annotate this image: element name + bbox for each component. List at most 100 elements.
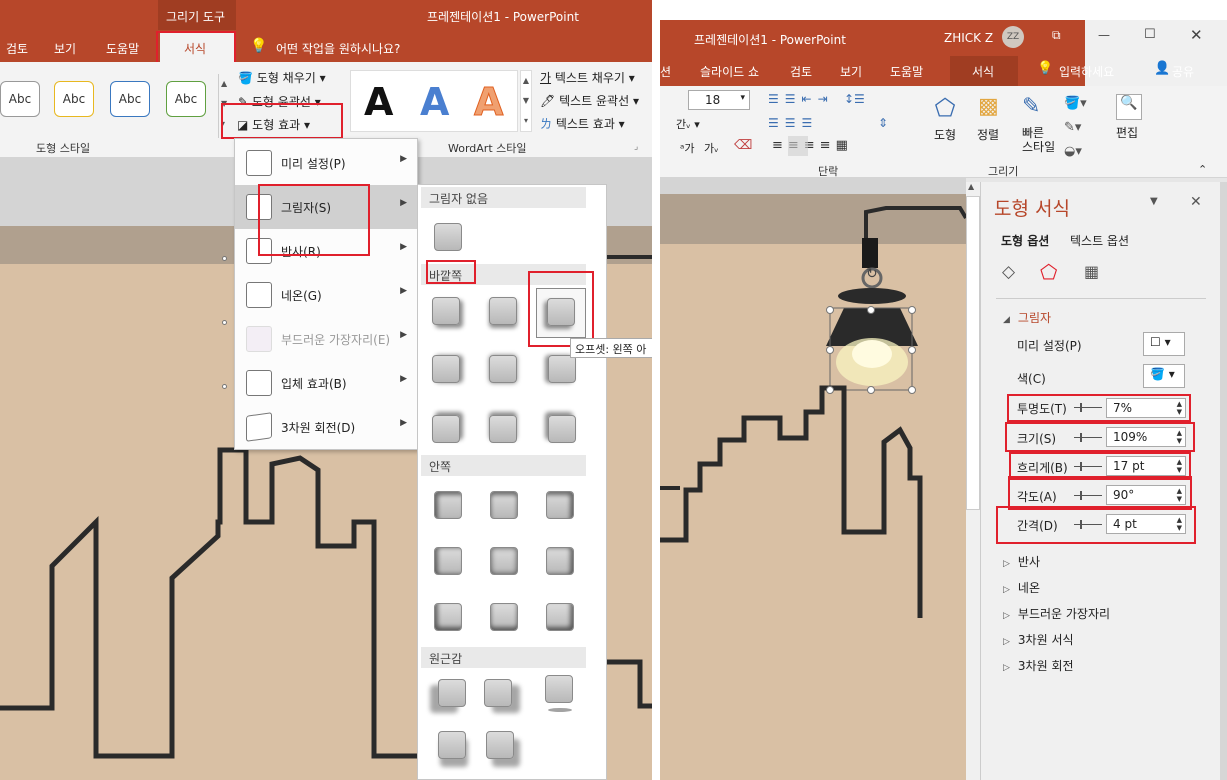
menu-item-reflection[interactable]: 반사(R) ▶: [235, 229, 417, 273]
pane-options-icon[interactable]: ▼: [1150, 196, 1158, 207]
distance-input[interactable]: 4 pt ▲ ▼: [1106, 514, 1186, 534]
shadow-outer-option[interactable]: [489, 415, 517, 443]
font-grow-button[interactable]: ᵃ가: [680, 140, 694, 156]
selection-handle[interactable]: [826, 346, 834, 354]
fill-line-icon[interactable]: ◇: [1002, 262, 1015, 282]
section-3d-rotation[interactable]: ▷ 3차원 회전: [1003, 657, 1074, 674]
selection-handle[interactable]: [867, 306, 875, 314]
ribbon-display-icon[interactable]: ⧉: [1052, 28, 1061, 43]
section-reflection[interactable]: ▷ 반사: [1003, 553, 1040, 570]
shadow-perspective-option[interactable]: [486, 731, 514, 759]
shadow-perspective-option[interactable]: [438, 679, 466, 707]
shape-style-4[interactable]: Abc: [166, 81, 206, 117]
shape-style-3[interactable]: Abc: [110, 81, 150, 117]
quick-styles-button-label[interactable]: 빠른 스타일: [1022, 126, 1055, 154]
blur-slider[interactable]: [1074, 462, 1102, 471]
effects-icon[interactable]: ⬠: [1040, 260, 1057, 284]
selection-handle[interactable]: [826, 386, 834, 394]
menu-item-shadow[interactable]: 그림자(S) ▶: [235, 185, 417, 229]
menu-item-soft-edges[interactable]: 부드러운 가장자리(E) ▶: [235, 317, 417, 361]
spinner-icon[interactable]: ▲ ▼: [1177, 487, 1182, 503]
edit-button-label[interactable]: 편집: [1116, 124, 1138, 141]
shadow-outer-option[interactable]: [489, 297, 517, 325]
shadow-outer-option[interactable]: [432, 355, 460, 383]
preset-dropdown[interactable]: ☐ ▾: [1143, 332, 1185, 356]
scrollbar-thumb[interactable]: [966, 196, 980, 510]
shadow-perspective-option[interactable]: [438, 731, 466, 759]
text-effects-button[interactable]: ㄌ 텍스트 효과 ▾: [540, 115, 625, 132]
shape-outline-button[interactable]: ✎ 도형 윤곽선 ▾: [238, 93, 321, 110]
shadow-outer-option[interactable]: [548, 415, 576, 443]
arrange-icon[interactable]: ▩: [978, 94, 1008, 124]
tab-shape-options[interactable]: 도형 옵션: [1001, 232, 1049, 249]
shape-style-1[interactable]: Abc: [0, 81, 40, 117]
shape-style-scroll[interactable]: ▲ ▼ ▾: [218, 74, 230, 138]
collapse-ribbon-icon[interactable]: ⌃: [1198, 163, 1207, 176]
shadow-outer-option[interactable]: [432, 297, 460, 325]
tab-view[interactable]: 보기: [840, 63, 862, 80]
section-soft-edges[interactable]: ▷ 부드러운 가장자리: [1003, 605, 1110, 622]
shadow-inner-option[interactable]: [490, 491, 518, 519]
shadow-outer-option-selected[interactable]: [547, 298, 575, 326]
menu-item-presets[interactable]: 미리 설정(P) ▶: [235, 141, 417, 185]
size-slider[interactable]: [1074, 433, 1102, 442]
bullets-row[interactable]: ☰☰⇤⇥: [768, 92, 834, 106]
angle-input[interactable]: 90° ▲ ▼: [1106, 485, 1186, 505]
shadow-perspective-option[interactable]: [545, 675, 573, 703]
section-3d-format[interactable]: ▷ 3차원 서식: [1003, 631, 1074, 648]
text-outline-button[interactable]: 🖊 텍스트 윤곽선 ▾: [540, 92, 639, 109]
tab-text-options[interactable]: 텍스트 옵션: [1070, 232, 1129, 249]
wordart-style-1[interactable]: A: [364, 80, 393, 124]
size-properties-icon[interactable]: ▦: [1084, 262, 1099, 281]
tell-me-search[interactable]: 입력하세요: [1059, 63, 1114, 80]
blur-input[interactable]: 17 pt ▲ ▼: [1106, 456, 1186, 476]
minimize-icon[interactable]: —: [1098, 28, 1110, 42]
selection-handle[interactable]: [222, 256, 227, 261]
shadow-inner-option[interactable]: [490, 547, 518, 575]
tell-me-search[interactable]: 어떤 작업을 원하시나요?: [276, 40, 400, 57]
scroll-up-icon[interactable]: ▲: [968, 182, 974, 191]
shape-fill-button[interactable]: 🪣 도형 채우기 ▾: [238, 69, 326, 86]
arrange-button-label[interactable]: 정렬: [977, 126, 999, 143]
spinner-icon[interactable]: ▲ ▼: [1177, 516, 1182, 532]
shapes-icon[interactable]: ⬠: [928, 94, 962, 124]
menu-item-3d-rotation[interactable]: 3차원 회전(D) ▶: [235, 405, 417, 449]
selection-handle[interactable]: [826, 306, 834, 314]
search-icon[interactable]: 🔍: [1116, 94, 1142, 120]
quick-styles-icon[interactable]: ✎: [1022, 94, 1056, 124]
close-icon[interactable]: ✕: [1190, 26, 1203, 44]
shadow-inner-option[interactable]: [546, 491, 574, 519]
text-fill-button[interactable]: 가 텍스트 채우기 ▾: [540, 69, 635, 86]
selection-handle[interactable]: [908, 306, 916, 314]
shadow-inner-option[interactable]: [490, 603, 518, 631]
section-glow[interactable]: ▷ 네온: [1003, 579, 1040, 596]
char-spacing-button[interactable]: 간ᵥ ▾: [676, 116, 700, 132]
spinner-icon[interactable]: ▲ ▼: [1177, 458, 1182, 474]
shadow-outer-option[interactable]: [489, 355, 517, 383]
clear-format-icon[interactable]: ⌫: [734, 138, 752, 153]
spinner-icon[interactable]: ▲ ▼: [1177, 400, 1182, 416]
selection-handle[interactable]: [867, 386, 875, 394]
shapes-button-label[interactable]: 도형: [934, 126, 956, 143]
tab-help[interactable]: 도움말: [106, 40, 139, 57]
color-dropdown[interactable]: 🪣 ▾: [1143, 364, 1185, 388]
wordart-style-2[interactable]: A: [420, 80, 449, 124]
tab-view[interactable]: 보기: [54, 40, 76, 57]
avatar[interactable]: ZZ: [1002, 26, 1024, 48]
tab-design[interactable]: 션: [660, 63, 671, 80]
transparency-input[interactable]: 7% ▲ ▼: [1106, 398, 1186, 418]
shadow-inner-option[interactable]: [434, 547, 462, 575]
angle-slider[interactable]: [1074, 491, 1102, 500]
selection-handle[interactable]: [908, 346, 916, 354]
tab-review[interactable]: 검토: [6, 40, 28, 57]
section-shadow[interactable]: ◢ 그림자: [1003, 309, 1051, 326]
maximize-icon[interactable]: ☐: [1144, 27, 1156, 42]
selection-handle[interactable]: [908, 386, 916, 394]
selection-handle[interactable]: [222, 320, 227, 325]
shadow-inner-option[interactable]: [546, 547, 574, 575]
wordart-scroll[interactable]: ▲ ▼ ▾: [520, 70, 532, 132]
dialog-launcher-icon[interactable]: ⌟: [634, 142, 638, 152]
shadow-perspective-option[interactable]: [484, 679, 512, 707]
tab-slideshow[interactable]: 슬라이드 쇼: [700, 63, 759, 80]
shadow-inner-option[interactable]: [434, 603, 462, 631]
